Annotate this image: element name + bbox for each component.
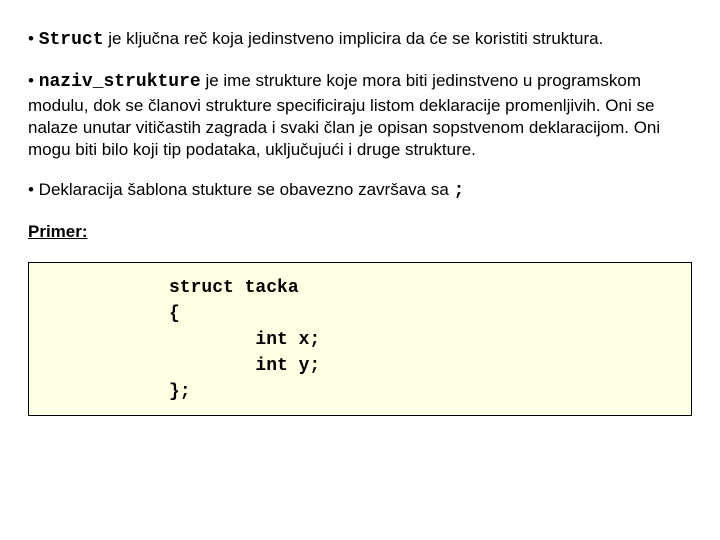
primer-heading: Primer: (28, 221, 692, 243)
primer-label: Primer: (28, 222, 88, 241)
keyword-semicolon: ; (454, 181, 465, 201)
paragraph-deklaracija: • Deklaracija šablona stukture se obavez… (28, 179, 692, 203)
bullet: • (28, 71, 39, 90)
keyword-naziv-strukture: naziv_strukture (39, 72, 201, 92)
code-example: struct tacka { int x; int y; }; (28, 262, 692, 416)
paragraph-naziv: • naziv_strukture je ime strukture koje … (28, 70, 692, 161)
paragraph-deklaracija-text: • Deklaracija šablona stukture se obavez… (28, 180, 454, 199)
paragraph-struct-text: je ključna reč koja jedinstveno implicir… (104, 29, 604, 48)
document-page: • Struct je ključna reč koja jedinstveno… (0, 0, 720, 416)
bullet: • (28, 29, 39, 48)
paragraph-struct: • Struct je ključna reč koja jedinstveno… (28, 28, 692, 52)
keyword-struct: Struct (39, 30, 104, 50)
